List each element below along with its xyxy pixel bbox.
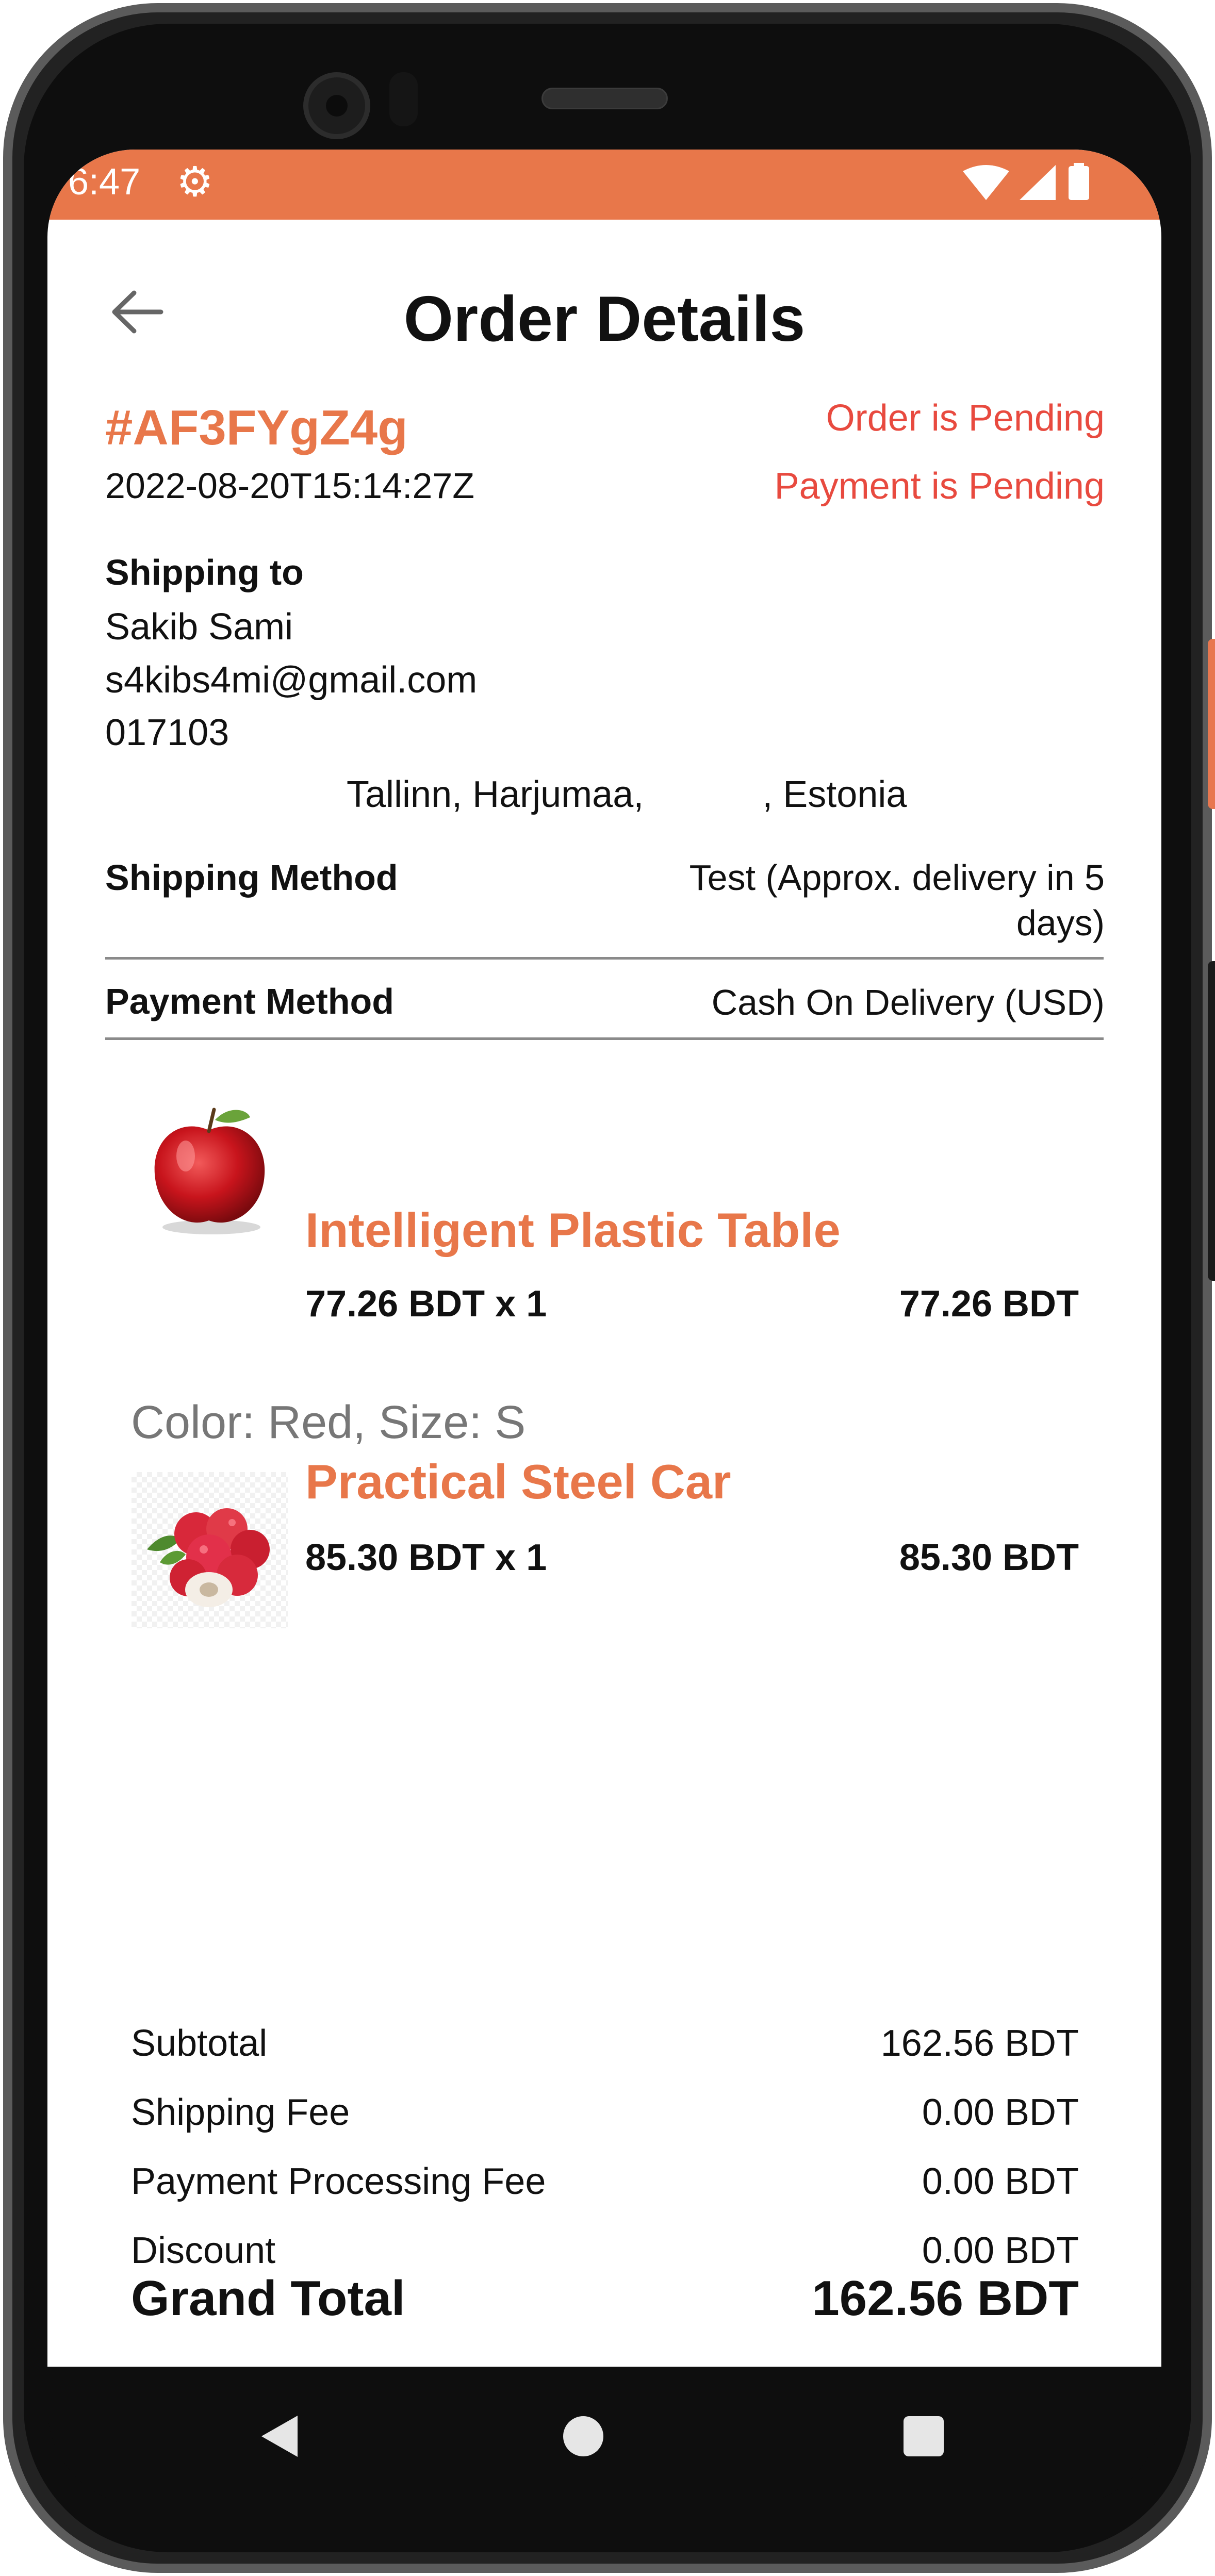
- order-id: #AF3FYgZ4g: [105, 400, 408, 455]
- shipping-fee-label: Shipping Fee: [131, 2092, 350, 2133]
- nav-back-icon[interactable]: [259, 2413, 300, 2462]
- processing-fee-label: Payment Processing Fee: [131, 2161, 546, 2202]
- page-title: Order Details: [403, 284, 806, 355]
- lychee-fruit-image: [132, 1472, 288, 1628]
- divider: [105, 1037, 1104, 1040]
- shipping-address: Tallinn, Harjumaa, , Estonia: [347, 773, 907, 816]
- order-status-text: Order is Pending: [826, 398, 1105, 439]
- shipping-phone: 017103: [105, 712, 229, 753]
- battery-icon: [1069, 166, 1089, 200]
- status-icons: [960, 162, 1094, 203]
- shipping-method-value: Test (Approx. delivery in 5 days): [689, 855, 1105, 946]
- shipping-heading: Shipping to: [105, 552, 304, 592]
- grand-total-label: Grand Total: [131, 2271, 405, 2326]
- nav-home-icon[interactable]: [563, 2416, 603, 2456]
- discount-value: 0.00 BDT: [922, 2230, 1079, 2271]
- payment-method-value: Cash On Delivery (USD): [711, 982, 1105, 1022]
- product-name[interactable]: Practical Steel Car: [305, 1454, 731, 1510]
- payment-method-label: Payment Method: [105, 981, 395, 1021]
- product-line-total: 85.30 BDT: [899, 1537, 1079, 1578]
- shipping-method-label: Shipping Method: [105, 857, 398, 898]
- product-price-qty: 77.26 BDT x 1: [305, 1283, 547, 1325]
- product-name[interactable]: Intelligent Plastic Table: [305, 1202, 841, 1258]
- app-screen: 6:47 ⚙ Order Details #AF3FYgZ4g 2022-08-…: [47, 150, 1161, 2367]
- product-price-qty: 85.30 BDT x 1: [305, 1537, 547, 1578]
- subtotal-value: 162.56 BDT: [880, 2023, 1079, 2064]
- status-time: 6:47: [68, 161, 141, 203]
- product-variant: Color: Red, Size: S: [131, 1397, 526, 1448]
- navigation-bar: [47, 2367, 1161, 2506]
- order-date: 2022-08-20T15:14:27Z: [105, 466, 475, 506]
- product-line-total: 77.26 BDT: [899, 1283, 1079, 1325]
- wifi-icon: [963, 165, 1009, 200]
- processing-fee-value: 0.00 BDT: [922, 2161, 1079, 2202]
- status-bar: 6:47 ⚙: [47, 150, 1161, 220]
- shipping-email: s4kibs4mi@gmail.com: [105, 659, 478, 701]
- power-button: [1208, 639, 1215, 809]
- proximity-sensor: [389, 72, 418, 126]
- discount-label: Discount: [131, 2230, 276, 2271]
- shipping-name: Sakib Sami: [105, 606, 293, 648]
- shipping-method-value-line1: Test (Approx. delivery in 5: [689, 857, 1105, 898]
- nav-recents-icon[interactable]: [904, 2416, 944, 2456]
- grand-total-value: 162.56 BDT: [812, 2271, 1079, 2326]
- divider: [105, 957, 1104, 960]
- subtotal-label: Subtotal: [131, 2023, 268, 2064]
- volume-button: [1208, 961, 1215, 1281]
- payment-status-text: Payment is Pending: [774, 466, 1105, 507]
- address-city: Tallinn, Harjumaa,: [347, 774, 644, 815]
- front-camera: [303, 72, 370, 139]
- address-country: , Estonia: [762, 774, 907, 815]
- settings-gear-icon: ⚙: [176, 159, 214, 205]
- signal-icon: [1020, 165, 1056, 200]
- earpiece-speaker: [541, 88, 668, 109]
- shipping-fee-value: 0.00 BDT: [922, 2092, 1079, 2133]
- red-apple-image: [132, 1089, 288, 1245]
- shipping-method-value-line2: days): [1016, 903, 1105, 943]
